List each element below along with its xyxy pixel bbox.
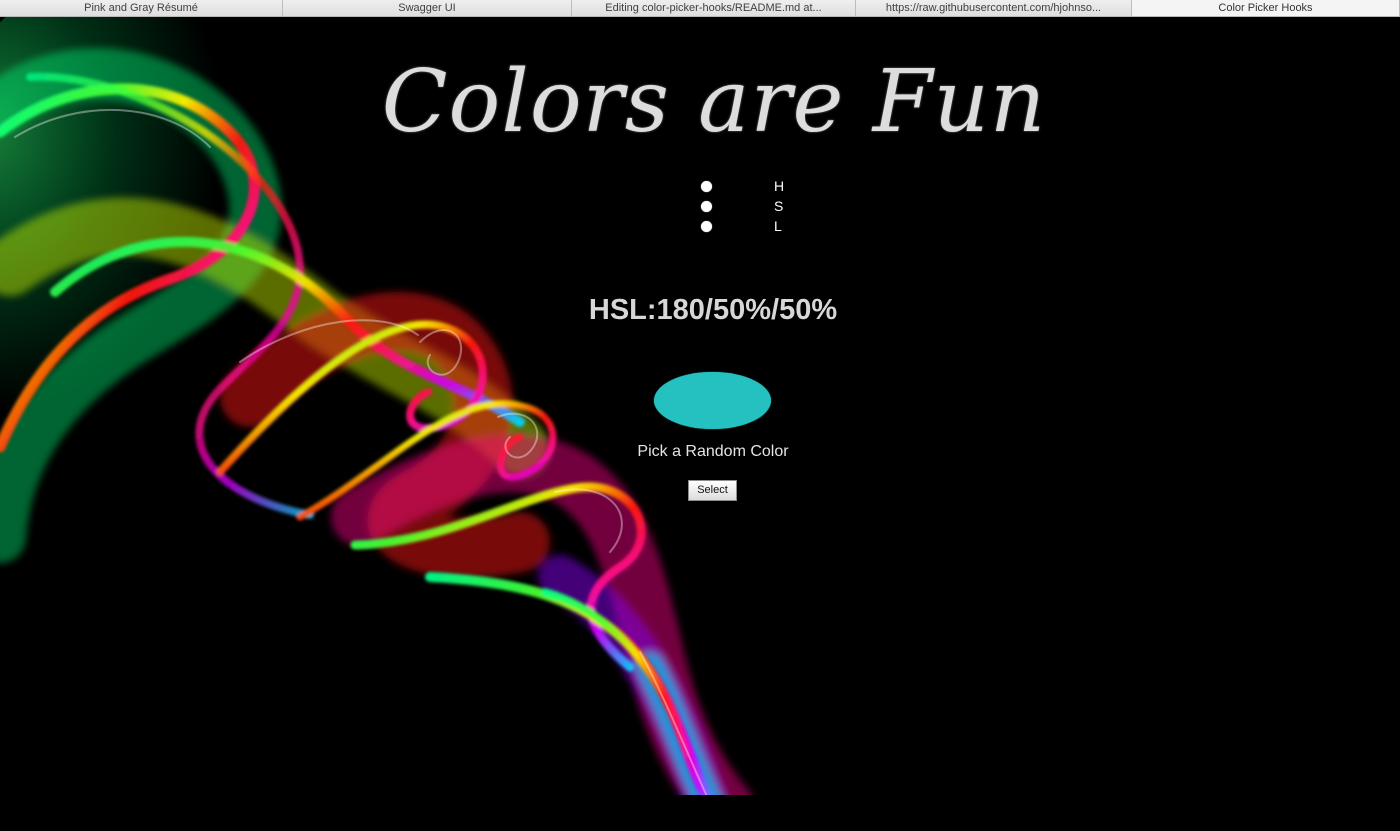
- browser-tab-bar: Pink and Gray Résumé Swagger UI Editing …: [0, 0, 1400, 17]
- browser-tab-pink-and-gray-resume[interactable]: Pink and Gray Résumé: [0, 0, 283, 16]
- browser-tab-label: Pink and Gray Résumé: [84, 1, 198, 14]
- saturation-slider-dot-icon[interactable]: [701, 201, 712, 212]
- hsl-controls: H S L: [701, 177, 811, 242]
- browser-tab-label: Color Picker Hooks: [1218, 1, 1313, 14]
- browser-tab-editing-readme[interactable]: Editing color-picker-hooks/README.md at.…: [572, 0, 856, 16]
- browser-tab-raw-github[interactable]: https://raw.githubusercontent.com/hjohns…: [856, 0, 1132, 16]
- saturation-label: S: [774, 198, 784, 214]
- color-swatch: [654, 372, 771, 429]
- browser-tab-color-picker-hooks[interactable]: Color Picker Hooks: [1132, 0, 1400, 16]
- browser-tab-swagger-ui[interactable]: Swagger UI: [283, 0, 572, 16]
- random-color-label: Pick a Random Color: [637, 443, 789, 460]
- select-button[interactable]: Select: [688, 480, 737, 501]
- saturation-control[interactable]: S: [701, 197, 811, 217]
- lightness-slider-dot-icon[interactable]: [701, 221, 712, 232]
- browser-tab-label: https://raw.githubusercontent.com/hjohns…: [885, 1, 1102, 14]
- hsl-readout: HSL:180/50%/50%: [588, 294, 838, 326]
- hue-control[interactable]: H: [701, 177, 811, 197]
- hue-label: H: [774, 178, 785, 194]
- hue-slider-dot-icon[interactable]: [701, 181, 712, 192]
- lightness-control[interactable]: L: [701, 217, 811, 237]
- page-viewport: Colors are Fun H S L HSL:180/50%/50% Pic…: [0, 17, 1400, 831]
- browser-tab-label: Editing color-picker-hooks/README.md at.…: [605, 1, 822, 14]
- page-title: Colors are Fun: [381, 52, 1047, 152]
- browser-tab-label: Swagger UI: [398, 1, 456, 14]
- lightness-label: L: [774, 218, 782, 234]
